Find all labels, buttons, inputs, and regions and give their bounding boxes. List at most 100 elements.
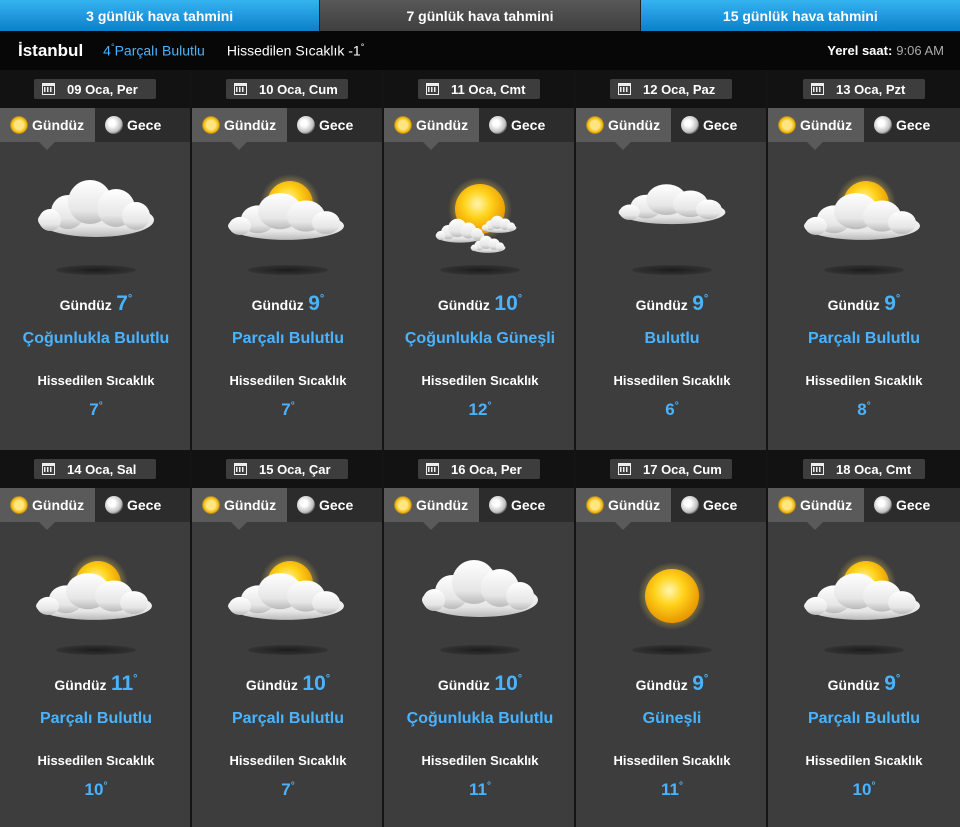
night-button[interactable]: Gece — [479, 108, 574, 142]
day-card-7: 15 Oca, Çar Gündüz Gece Gündüz 10° Parça… — [192, 450, 384, 827]
date-pill: 10 Oca, Cum — [226, 79, 348, 99]
day-temp-value: 10° — [302, 672, 330, 695]
sun-shape — [638, 562, 706, 630]
night-label: Gece — [896, 497, 931, 513]
night-button[interactable]: Gece — [287, 488, 382, 522]
degree-symbol: ° — [103, 780, 108, 792]
date-pill: 11 Oca, Cmt — [418, 79, 540, 99]
day-button[interactable]: Gündüz — [768, 108, 864, 142]
feels-like-label: Hissedilen Sıcaklık — [229, 373, 347, 388]
degree-symbol: ° — [703, 293, 709, 305]
current-feels-like: Hissedilen Sıcaklık -1° — [227, 42, 364, 59]
day-temp-number: 9 — [884, 672, 896, 695]
day-temp-number: 9 — [884, 292, 896, 315]
night-button[interactable]: Gece — [864, 108, 960, 142]
day-temperature: Gündüz 9° — [768, 292, 960, 316]
current-conditions-bar: İstanbul 4°Parçalı Bulutlu Hissedilen Sı… — [0, 31, 960, 70]
day-temperature: Gündüz 9° — [576, 672, 766, 696]
selected-pointer — [231, 142, 247, 150]
feels-like-number: 6 — [665, 400, 675, 419]
selected-pointer — [807, 142, 823, 150]
date-pill: 15 Oca, Çar — [226, 459, 348, 479]
day-temp-number: 11 — [110, 672, 134, 695]
calendar-icon — [426, 463, 439, 475]
night-label: Gece — [896, 117, 931, 133]
night-button[interactable]: Gece — [95, 488, 190, 522]
feels-like-number: 12 — [468, 400, 488, 419]
cloud-icon — [618, 184, 726, 225]
partly-cloudy-icon — [36, 554, 152, 620]
cloud-shape — [618, 184, 726, 225]
night-button[interactable]: Gece — [287, 108, 382, 142]
night-label: Gece — [319, 117, 354, 133]
date-label: 17 Oca, Cum — [643, 461, 722, 477]
day-temp-label: Gündüz — [827, 297, 880, 313]
condition-text: Parçalı Bulutlu — [231, 710, 345, 727]
calendar-icon — [618, 83, 631, 95]
day-temperature: Gündüz 7° — [0, 292, 190, 316]
date-bar: 13 Oca, Pzt — [768, 70, 960, 108]
night-button[interactable]: Gece — [671, 488, 766, 522]
degree-symbol: ° — [290, 400, 295, 412]
day-temp-label: Gündüz — [437, 297, 490, 313]
night-button[interactable]: Gece — [671, 108, 766, 142]
date-label: 16 Oca, Per — [451, 461, 522, 477]
day-button[interactable]: Gündüz — [384, 488, 479, 522]
date-pill: 18 Oca, Cmt — [803, 459, 925, 479]
degree-symbol: ° — [703, 673, 709, 685]
day-button[interactable]: Gündüz — [384, 108, 479, 142]
day-button[interactable]: Gündüz — [576, 108, 671, 142]
date-pill: 17 Oca, Cum — [610, 459, 732, 479]
local-time: Yerel saat: 9:06 AM — [827, 43, 944, 58]
sun-icon — [394, 496, 412, 514]
day-temp-value: 7° — [116, 292, 132, 315]
feels-like-label: Hissedilen Sıcaklık — [805, 753, 923, 768]
day-temp-value: 11° — [111, 672, 138, 695]
feels-like-label: Hissedilen Sıcaklık — [805, 373, 923, 388]
day-temp-label: Gündüz — [245, 677, 298, 693]
selected-pointer — [231, 522, 247, 530]
day-night-toggle: Gündüz Gece — [0, 108, 190, 150]
cloudy-icon — [422, 560, 538, 617]
feels-like-number: 7 — [281, 780, 291, 799]
day-label: Gündüz — [32, 117, 85, 133]
tab-15-day[interactable]: 15 günlük hava tahmini — [640, 0, 960, 31]
cloud-shape — [228, 193, 344, 240]
condition-text: Bulutlu — [644, 330, 700, 347]
day-button[interactable]: Gündüz — [768, 488, 864, 522]
night-button[interactable]: Gece — [479, 488, 574, 522]
day-label: Gündüz — [416, 497, 469, 513]
day-button[interactable]: Gündüz — [0, 488, 95, 522]
condition-text: Parçalı Bulutlu — [231, 330, 345, 347]
sun-icon — [778, 116, 796, 134]
feels-like-value: 12° — [384, 400, 574, 420]
date-bar: 10 Oca, Cum — [192, 70, 382, 108]
degree-symbol: ° — [674, 400, 679, 412]
sun-icon — [10, 496, 28, 514]
moon-icon — [297, 496, 315, 514]
day-button[interactable]: Gündüz — [192, 108, 287, 142]
cloudy-icon — [38, 180, 154, 237]
day-button[interactable]: Gündüz — [192, 488, 287, 522]
night-button[interactable]: Gece — [864, 488, 960, 522]
feels-like-value: -1 — [348, 42, 361, 59]
day-temp-label: Gündüz — [54, 677, 107, 693]
sun-icon — [586, 496, 604, 514]
sun-icon — [10, 116, 28, 134]
date-bar: 18 Oca, Cmt — [768, 450, 960, 488]
moon-icon — [489, 496, 507, 514]
tab-7-day[interactable]: 7 günlük hava tahmini — [319, 0, 641, 31]
day-night-toggle: Gündüz Gece — [192, 488, 382, 530]
current-temp: 4 — [103, 42, 111, 59]
day-temperature: Gündüz 9° — [576, 292, 766, 316]
day-temp-number: 7 — [116, 292, 128, 315]
day-card-2: 10 Oca, Cum Gündüz Gece Gündüz 9° Parçal… — [192, 70, 384, 450]
date-bar: 16 Oca, Per — [384, 450, 574, 488]
day-temperature: Gündüz 9° — [192, 292, 382, 316]
night-button[interactable]: Gece — [95, 108, 190, 142]
tab-3-day[interactable]: 3 günlük hava tahmini — [0, 0, 320, 31]
day-button[interactable]: Gündüz — [0, 108, 95, 142]
day-button[interactable]: Gündüz — [576, 488, 671, 522]
day-temperature: Gündüz 10° — [192, 672, 382, 696]
moon-icon — [489, 116, 507, 134]
